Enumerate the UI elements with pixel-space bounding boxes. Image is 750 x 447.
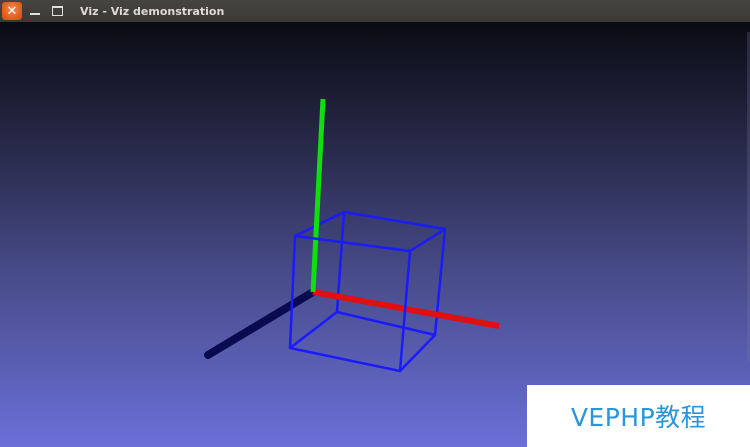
viz-window: ✕ Viz - Viz demonstration VEPHP教程	[0, 0, 750, 447]
cube-edge	[294, 210, 345, 238]
y-axis	[310, 98, 326, 293]
viz-3d-viewport[interactable]: VEPHP教程	[0, 22, 750, 447]
title-bar[interactable]: ✕ Viz - Viz demonstration	[0, 0, 750, 22]
window-title: Viz - Viz demonstration	[80, 4, 225, 18]
z-axis	[204, 288, 317, 359]
scene-canvas[interactable]	[0, 22, 750, 447]
close-button[interactable]: ✕	[2, 2, 22, 20]
cube-edge	[289, 311, 338, 349]
cube-back-face	[335, 210, 447, 337]
cube-edge	[399, 334, 436, 372]
cube-edge	[409, 227, 446, 253]
watermark-logo: VEPHP教程	[527, 385, 750, 447]
watermark-text: VEPHP教程	[570, 403, 707, 432]
minimize-button[interactable]	[26, 2, 44, 20]
close-icon: ✕	[6, 3, 18, 19]
minimize-icon	[30, 13, 40, 15]
maximize-button[interactable]	[48, 2, 66, 20]
maximize-icon	[51, 6, 63, 16]
